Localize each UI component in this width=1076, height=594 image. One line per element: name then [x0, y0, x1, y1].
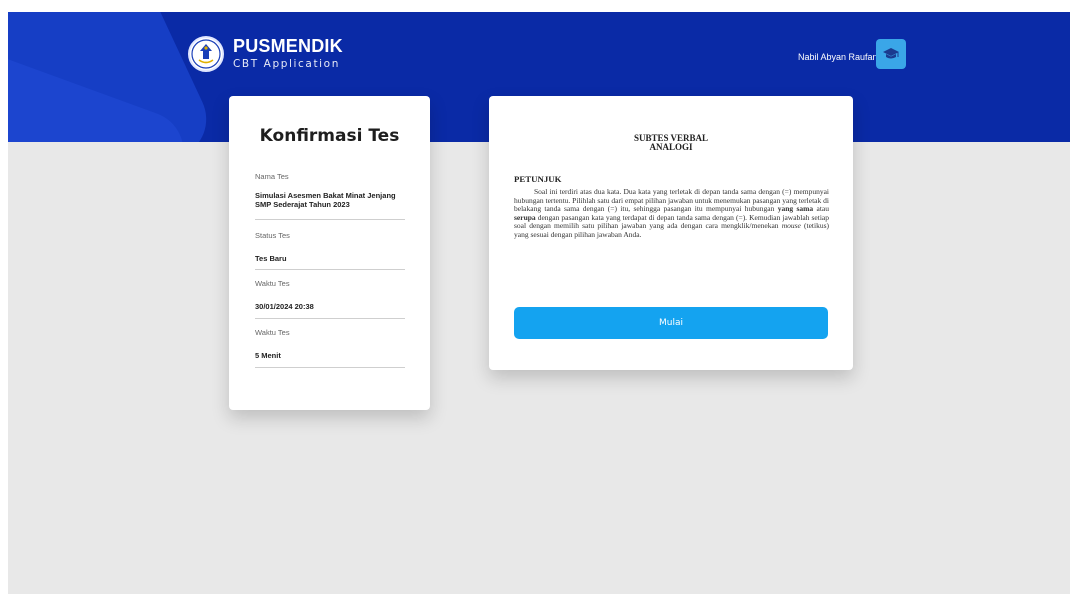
field-label: Nama Tes [255, 172, 289, 181]
user-name[interactable]: Nabil Abyan Raufan [798, 52, 878, 62]
field-test-status: Status Tes Tes Baru [255, 231, 405, 270]
field-value: Simulasi Asesmen Bakat Minat Jenjang SMP… [255, 191, 396, 209]
instructions-heading: PETUNJUK [514, 174, 562, 184]
brand-subtitle: CBT Application [233, 58, 340, 70]
instructions-text-italic: mouse [781, 221, 801, 230]
confirmation-title: Konfirmasi Tes [259, 126, 400, 146]
instructions-text: Soal ini terdiri atas dua kata. Dua kata… [514, 187, 829, 239]
tut-wuri-handayani-logo [188, 36, 224, 72]
graduation-cap-icon [883, 48, 899, 59]
field-value: 5 Menit [255, 351, 281, 360]
field-test-duration: Waktu Tes 5 Menit [255, 328, 405, 368]
field-test-name: Nama Tes Simulasi Asesmen Bakat Minat Je… [255, 172, 405, 220]
field-test-time: Waktu Tes 30/01/2024 20:38 [255, 279, 405, 319]
brand: PUSMENDIK CBT Application [233, 36, 343, 70]
field-label: Waktu Tes [255, 328, 290, 337]
field-value: 30/01/2024 20:38 [255, 302, 314, 311]
start-button[interactable]: Mulai [514, 307, 828, 339]
subtest-line2: ANALOGI [649, 142, 693, 152]
field-label: Waktu Tes [255, 279, 290, 288]
instructions-card: SUBTES VERBAL ANALOGI PETUNJUK Soal ini … [489, 96, 853, 370]
confirmation-card: Konfirmasi Tes Nama Tes Simulasi Asesmen… [229, 96, 430, 410]
field-label: Status Tes [255, 231, 290, 240]
page-background: PUSMENDIK CBT Application Nabil Abyan Ra… [8, 12, 1070, 594]
brand-title: PUSMENDIK [233, 36, 343, 56]
avatar[interactable] [876, 39, 906, 69]
field-value: Tes Baru [255, 254, 287, 263]
subtest-title: SUBTES VERBAL ANALOGI [489, 134, 853, 152]
